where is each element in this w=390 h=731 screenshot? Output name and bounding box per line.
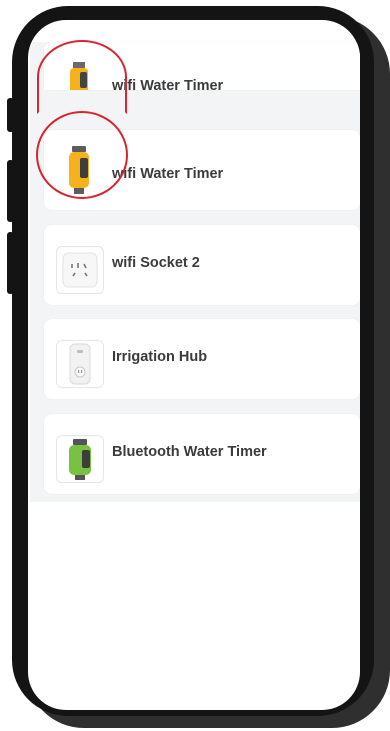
phone-mute-button [7,98,14,132]
device-label: Irrigation Hub [112,349,208,365]
screenshot: wifi Water Timer wifi Water Timer wifi S… [0,0,390,731]
irrigation-hub-icon [56,340,104,388]
device-card-wifi-socket-2[interactable]: wifi Socket 2 [44,225,360,305]
device-label: wifi Water Timer [112,166,224,182]
highlight-circle [36,111,128,199]
smart-socket-icon [56,246,104,294]
device-label: wifi Water Timer [112,78,224,90]
phone-screen: wifi Water Timer wifi Water Timer wifi S… [28,20,360,710]
device-card-irrigation-hub[interactable]: Irrigation Hub [44,319,360,399]
device-label: Bluetooth Water Timer [112,444,267,460]
device-label: wifi Socket 2 [112,255,200,271]
device-card-bluetooth-water-timer[interactable]: Bluetooth Water Timer [44,414,360,494]
green-water-timer-icon [56,435,104,483]
phone-volume-up-button [7,160,14,222]
highlight-circle [37,40,127,114]
phone-volume-down-button [7,232,14,294]
